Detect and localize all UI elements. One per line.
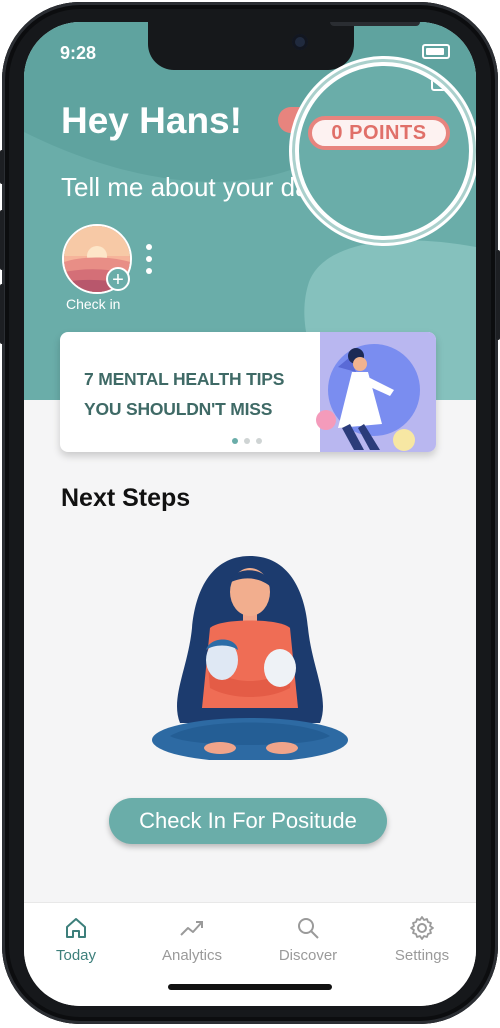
search-icon <box>298 918 319 939</box>
status-icons <box>422 44 450 59</box>
greeting-title: Hey Hans! <box>61 100 242 141</box>
points-magnifier <box>295 62 473 240</box>
tips-illustration <box>316 332 436 452</box>
carousel-indicator[interactable] <box>232 438 262 444</box>
tips-card[interactable]: 7 MENTAL HEALTH TIPS YOU SHOULDN'T MISS <box>60 332 436 452</box>
tab-analytics-label: Analytics <box>161 947 223 964</box>
home-icon <box>66 918 86 938</box>
trend-icon <box>180 921 203 936</box>
tab-settings[interactable]: Settings <box>372 915 472 975</box>
battery-icon <box>422 44 450 59</box>
speaker-grille <box>330 22 420 26</box>
tab-analytics[interactable]: Analytics <box>142 915 242 975</box>
self-hug-illustration <box>152 556 348 760</box>
tab-today-label: Today <box>55 947 97 964</box>
phone-side-button <box>0 210 4 270</box>
check-in-positude-button[interactable]: Check In For Positude <box>109 798 387 844</box>
tips-title-line1: 7 MENTAL HEALTH TIPS <box>84 369 285 389</box>
status-time: 9:28 <box>60 43 97 63</box>
next-steps-title: Next Steps <box>61 484 191 512</box>
phone-notch <box>148 22 420 70</box>
points-badge[interactable]: 0 POINTS <box>308 116 450 150</box>
battery-icon <box>431 76 459 91</box>
tab-discover[interactable]: Discover <box>258 915 358 975</box>
carousel-dot[interactable] <box>256 438 262 444</box>
app-screen: 9:28 Hey Hans! Tell me about your day 0 … <box>24 22 476 1006</box>
camera-icon <box>292 34 308 50</box>
tips-card-title: 7 MENTAL HEALTH TIPS YOU SHOULDN'T MISS <box>84 364 284 424</box>
tab-bar: Today Analytics Discover Settings <box>24 902 476 1006</box>
add-check-in-icon[interactable]: + <box>106 267 130 291</box>
gear-icon <box>410 916 434 940</box>
phone-side-button <box>0 284 4 344</box>
phone-side-button <box>0 150 4 184</box>
more-options-icon[interactable] <box>142 244 156 274</box>
tab-settings-label: Settings <box>394 947 450 964</box>
check-in-label: Check in <box>66 296 121 312</box>
home-indicator[interactable] <box>168 984 332 990</box>
tab-discover-label: Discover <box>278 947 338 964</box>
tips-title-line2: YOU SHOULDN'T MISS <box>84 399 273 419</box>
carousel-dot[interactable] <box>244 438 250 444</box>
carousel-dot[interactable] <box>232 438 238 444</box>
tab-today[interactable]: Today <box>26 915 126 975</box>
day-prompt: Tell me about your day <box>61 172 323 202</box>
phone-mockup: 9:28 Hey Hans! Tell me about your day 0 … <box>0 0 500 1028</box>
phone-side-button <box>496 250 500 340</box>
